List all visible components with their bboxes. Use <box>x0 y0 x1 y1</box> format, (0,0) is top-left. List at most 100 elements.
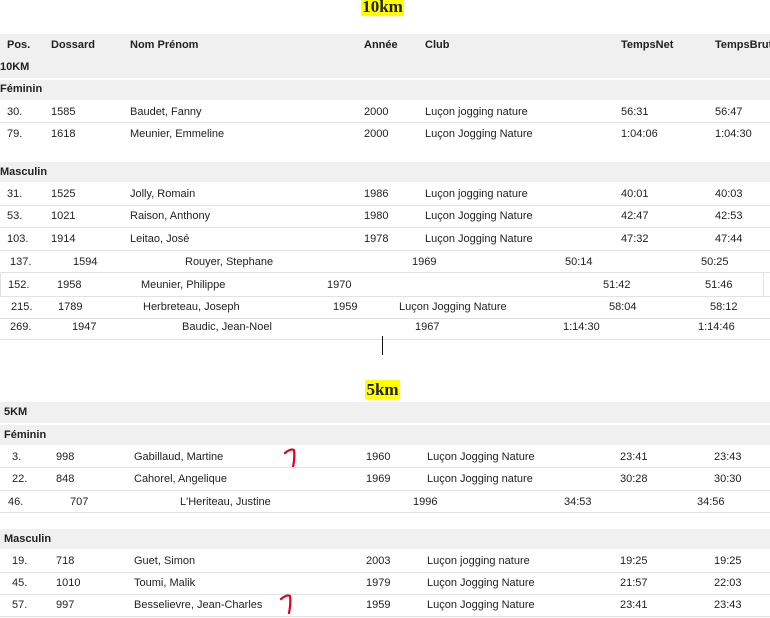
cell-pos: 46. <box>8 496 24 508</box>
cell-club: Luçon Jogging nature <box>427 473 533 485</box>
cell-nom: Leitao, José <box>130 233 190 245</box>
cell-tempsbrut: 58:12 <box>710 301 738 313</box>
cell-dossard: 1525 <box>51 188 76 200</box>
cell-border <box>0 272 1 296</box>
cell-tempsnet: 23:41 <box>620 599 648 611</box>
text-cursor <box>382 336 383 355</box>
cell-club: Luçon Jogging Nature <box>427 577 535 589</box>
row-divider <box>0 122 770 123</box>
cell-tempsnet: 40:01 <box>621 188 649 200</box>
cell-annee: 1970 <box>327 279 352 291</box>
col-header-tempsnet: TempsNet <box>621 39 674 51</box>
cell-pos: 137. <box>10 256 32 268</box>
row-divider <box>0 512 770 513</box>
cell-tempsbrut: 22:03 <box>714 577 742 589</box>
cell-dossard: 1021 <box>51 210 76 222</box>
masculin-band-5km <box>0 529 770 549</box>
cell-nom: Baudet, Fanny <box>130 106 202 118</box>
group-label-feminin: Féminin <box>0 83 43 95</box>
cell-tempsnet: 42:47 <box>621 210 649 222</box>
cell-tempsnet: 30:28 <box>620 473 648 485</box>
cell-club: Luçon jogging nature <box>425 106 528 118</box>
cell-tempsbrut: 1:04:30 <box>715 128 752 140</box>
cell-pos: 30. <box>7 106 23 118</box>
cell-nom: Raison, Anthony <box>130 210 211 222</box>
cell-tempsnet: 34:53 <box>564 496 592 508</box>
cell-pos: 19. <box>12 555 28 567</box>
col-header-club: Club <box>425 39 450 51</box>
cell-annee: 1980 <box>364 210 389 222</box>
cell-pos: 152. <box>8 279 30 291</box>
cell-tempsnet: 23:41 <box>620 451 648 463</box>
cell-border <box>763 272 764 296</box>
cell-tempsnet: 21:57 <box>620 577 648 589</box>
col-header-nom: Nom Prénom <box>130 39 199 51</box>
cell-tempsbrut: 1:14:46 <box>698 321 735 333</box>
row-divider <box>0 296 770 297</box>
cell-pos: 53. <box>7 210 23 222</box>
group-label-masculin: Masculin <box>4 533 52 545</box>
cell-club: Luçon Jogging Nature <box>425 210 533 222</box>
masculin-band-10km <box>0 162 770 182</box>
cell-annee: 1979 <box>366 577 391 589</box>
cell-annee: 1967 <box>415 321 440 333</box>
cell-nom: Gabillaud, Martine <box>134 451 224 463</box>
red-annotation-mark <box>279 594 292 615</box>
cell-dossard: 1958 <box>57 279 82 291</box>
cell-club: Luçon Jogging Nature <box>427 451 535 463</box>
cell-tempsnet: 47:32 <box>621 233 649 245</box>
cell-dossard: 1585 <box>51 106 76 118</box>
row-divider <box>0 490 770 491</box>
cell-tempsbrut: 34:56 <box>697 496 725 508</box>
cell-club: Luçon jogging nature <box>427 555 530 567</box>
red-annotation-mark <box>283 448 296 469</box>
col-header-tempsbrut: TempsBrut <box>715 39 770 51</box>
row-divider <box>0 339 770 340</box>
cell-nom: Besselievre, Jean-Charles <box>134 599 263 611</box>
cell-tempsnet: 1:14:30 <box>563 321 600 333</box>
cell-nom: Herbreteau, Joseph <box>143 301 240 313</box>
cell-annee: 2003 <box>366 555 391 567</box>
cell-annee: 1960 <box>366 451 391 463</box>
distance-label-5km: 5KM <box>4 406 28 418</box>
cell-nom: Toumi, Malik <box>134 577 196 589</box>
cell-pos: 103. <box>7 233 29 245</box>
cell-club: Luçon Jogging Nature <box>425 233 533 245</box>
cell-dossard: 1914 <box>51 233 76 245</box>
cell-nom: L'Heriteau, Justine <box>180 496 271 508</box>
cell-pos: 269. <box>10 321 32 333</box>
row-divider <box>0 594 770 595</box>
group-label-masculin: Masculin <box>0 166 48 178</box>
cell-annee: 1969 <box>366 473 391 485</box>
cell-club: Luçon Jogging Nature <box>425 128 533 140</box>
cell-tempsbrut: 30:30 <box>714 473 742 485</box>
section-title-10km: 10km <box>0 0 765 17</box>
row-divider <box>0 227 770 228</box>
distance-band-5km <box>0 402 770 423</box>
feminin-band-10km <box>0 80 770 100</box>
cell-tempsbrut: 56:47 <box>715 106 743 118</box>
cell-nom: Cahorel, Angelique <box>134 473 227 485</box>
cell-pos: 31. <box>7 188 23 200</box>
cell-tempsbrut: 23:43 <box>714 451 742 463</box>
distance-label-10km: 10KM <box>0 61 30 73</box>
cell-tempsbrut: 50:25 <box>701 256 729 268</box>
cell-pos: 3. <box>12 451 22 463</box>
cell-tempsbrut: 40:03 <box>715 188 743 200</box>
row-divider <box>0 616 770 617</box>
cell-tempsnet: 50:14 <box>565 256 593 268</box>
cell-dossard: 1010 <box>56 577 81 589</box>
cell-dossard: 998 <box>56 451 75 463</box>
row-divider <box>0 572 770 573</box>
cell-tempsbrut: 42:53 <box>715 210 743 222</box>
group-label-feminin: Féminin <box>4 429 47 441</box>
cell-nom: Rouyer, Stephane <box>185 256 274 268</box>
cell-nom: Meunier, Emmeline <box>130 128 225 140</box>
cell-pos: 79. <box>7 128 23 140</box>
cell-annee: 1969 <box>412 256 437 268</box>
cell-dossard: 848 <box>56 473 75 485</box>
cell-dossard: 1947 <box>72 321 97 333</box>
cell-annee: 1978 <box>364 233 389 245</box>
cell-pos: 57. <box>12 599 28 611</box>
cell-dossard: 1594 <box>73 256 98 268</box>
